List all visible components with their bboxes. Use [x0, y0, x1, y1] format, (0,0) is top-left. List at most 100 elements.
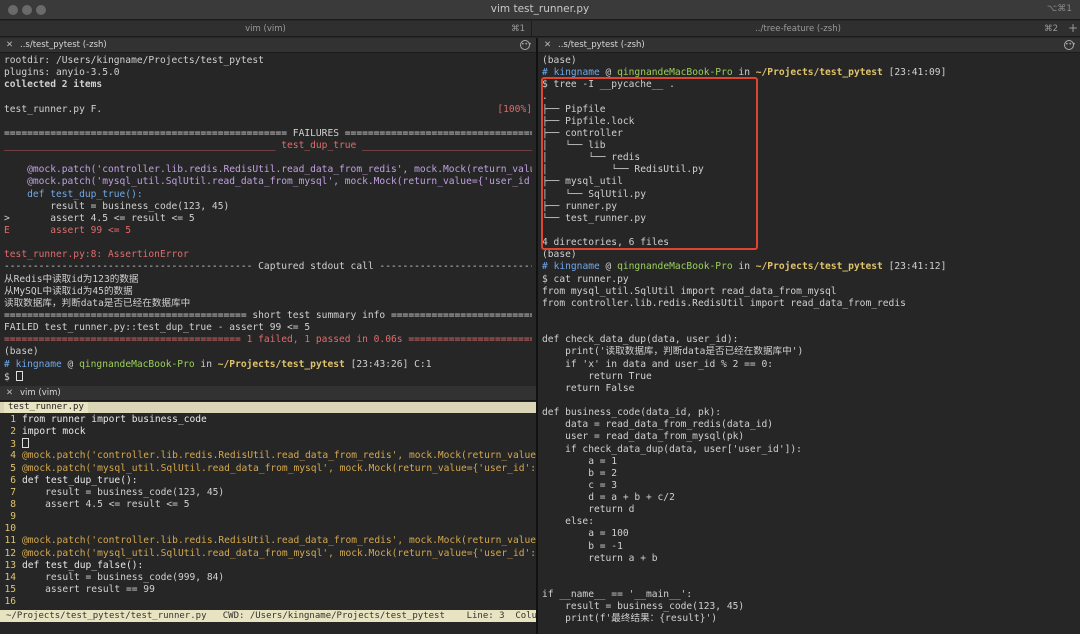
- code-text: import mock: [22, 426, 86, 438]
- result-summary: ========================================…: [4, 334, 532, 346]
- failure-title: ________________________________________…: [4, 139, 532, 151]
- pane-pytest-output[interactable]: ✕ ..s/test_pytest (-zsh) ••• rootdir: /U…: [0, 38, 536, 386]
- code-text: result = business_code(123, 45): [22, 486, 225, 498]
- output-line: result = business_code(123, 45): [542, 601, 745, 613]
- code-text: @mock.patch('controller.lib.redis.RedisU…: [22, 450, 536, 462]
- line-number: 2: [10, 426, 16, 438]
- more-options-icon[interactable]: •••: [520, 40, 532, 50]
- code-line: 10: [0, 523, 536, 535]
- tab-tree-feature[interactable]: ../tree-feature (-zsh) ⌘2: [532, 21, 1064, 37]
- code-line: 5 @mock.patch('mysql_util.SqlUtil.read_da…: [0, 463, 536, 475]
- code-text: def test_dup_false():: [22, 559, 144, 571]
- line-number: 4: [10, 450, 16, 462]
- code-text: assert 4.5 <= result <= 5: [22, 498, 190, 510]
- output-line: else:: [542, 516, 594, 528]
- output-line: # kingname @ qingnandeMacBook-Pro in ~/P…: [542, 261, 947, 273]
- line-number: 10: [4, 523, 16, 535]
- code-line: 1 from runner import business_code: [0, 414, 536, 426]
- output-line: from controller.lib.redis.RedisUtil impo…: [542, 297, 906, 309]
- output-line: (base): [542, 55, 577, 66]
- code-line: 14 result = business_code(999, 84): [0, 572, 536, 584]
- pane-vim-editor[interactable]: ✕ vim (vim) test_runner.py 1 from runner …: [0, 386, 536, 634]
- close-pane-icon[interactable]: ✕: [6, 386, 13, 401]
- line-number: 1: [10, 414, 16, 425]
- code-line: 9: [0, 511, 536, 523]
- stdout-line: 从MySQL中读取id为45的数据: [4, 285, 133, 297]
- title-bar: vim test_runner.py ⌥⌘1: [0, 0, 1080, 20]
- stdout-line: 读取数据库，判断data是否已经在数据库中: [4, 297, 191, 309]
- pane-header: ✕ vim (vim): [0, 386, 536, 401]
- line-number: 14: [4, 571, 16, 583]
- code-line: > assert 4.5 <= result <= 5: [4, 212, 195, 224]
- code-line: 7 result = business_code(123, 45): [0, 487, 536, 499]
- window-title: vim test_runner.py: [490, 3, 590, 15]
- output-line: if __name__ == '__main__':: [542, 589, 693, 601]
- output-line: return True: [542, 370, 652, 382]
- highlight-box: [541, 77, 758, 250]
- output-line: b = -1: [542, 540, 623, 552]
- output-line: print(f'最终结果：{result}'): [542, 613, 718, 625]
- output-line: from mysql_util.SqlUtil import read_data…: [542, 285, 837, 297]
- code-text: from runner import business_code: [22, 414, 207, 425]
- output-line: user = read_data_from_mysql(pk): [542, 431, 745, 443]
- code-line: 8 assert 4.5 <= result <= 5: [0, 499, 536, 511]
- pane-title: vim (vim): [20, 388, 61, 398]
- vim-status-line: ~/Projects/test_pytest/test_runner.py CW…: [0, 610, 536, 622]
- output-line: if check_data_dup(data, user['user_id'])…: [542, 443, 802, 455]
- output-line: data = read_data_from_redis(data_id): [542, 419, 774, 431]
- code-line: 15 assert result == 99: [0, 584, 536, 596]
- summary-header: ========================================…: [4, 309, 532, 321]
- tab-label: ../tree-feature (-zsh): [755, 24, 841, 34]
- output-line: d = a + b + c/2: [542, 492, 675, 504]
- line-number: 11: [4, 535, 16, 547]
- pane-title: ..s/test_pytest (-zsh): [20, 40, 107, 50]
- assertion-error-line: test_runner.py:8: AssertionError: [4, 249, 189, 261]
- output-line: (base): [4, 346, 39, 358]
- output-line: test_runner.py F. [100%]: [4, 104, 532, 116]
- pane-header: ✕ ..s/test_pytest (-zsh) •••: [0, 38, 536, 53]
- vim-file-tab[interactable]: test_runner.py: [4, 402, 88, 413]
- terminal-output: rootdir: /Users/kingname/Projects/test_p…: [4, 55, 532, 386]
- more-options-icon[interactable]: •••: [1064, 40, 1076, 50]
- tab-shortcut: ⌘1: [511, 24, 525, 34]
- output-line: plugins: anyio-3.5.0: [4, 67, 120, 79]
- command-input[interactable]: $: [4, 370, 532, 383]
- output-line: collected 2 items: [4, 79, 103, 91]
- code-text: assert result == 99: [22, 583, 155, 595]
- failed-line: FAILED test_runner.py::test_dup_true - a…: [4, 322, 311, 334]
- prompt-symbol: $: [4, 371, 16, 383]
- text-cursor: [22, 438, 29, 449]
- line-number: 5: [10, 462, 16, 474]
- code-line: 6 def test_dup_true():: [0, 475, 536, 487]
- output-line: b = 2: [542, 467, 618, 479]
- close-pane-icon[interactable]: ✕: [6, 38, 13, 53]
- close-pane-icon[interactable]: ✕: [544, 38, 551, 53]
- code-line: 11 @mock.patch('controller.lib.redis.Redi…: [0, 535, 536, 547]
- new-tab-button[interactable]: +: [1066, 21, 1080, 37]
- code-line: def test_dup_true():: [4, 188, 143, 200]
- line-number: 7: [10, 486, 16, 498]
- output-line: return a + b: [542, 552, 658, 564]
- line-number: 16: [4, 596, 16, 608]
- output-line: def business_code(data_id, pk):: [542, 407, 722, 419]
- pane-title: ..s/test_pytest (-zsh): [558, 40, 645, 50]
- output-line: c = 3: [542, 479, 618, 491]
- vim-buffer[interactable]: 1 from runner import business_code 2 import…: [0, 414, 536, 608]
- stdout-line: 从Redis中读取id为123的数据: [4, 273, 139, 285]
- captured-stdout-header: ----------------------------------------…: [4, 261, 532, 273]
- output-line: rootdir: /Users/kingname/Projects/test_p…: [4, 55, 264, 66]
- line-number: 3: [10, 439, 16, 451]
- code-line: @mock.patch('controller.lib.redis.RedisU…: [27, 164, 532, 176]
- output-line: a = 1: [542, 455, 618, 467]
- code-text: result = business_code(999, 84): [22, 571, 225, 583]
- line-number: 9: [10, 511, 16, 523]
- output-line: def check_data_dup(data, user_id):: [542, 334, 739, 346]
- prompt-line: # kingname @ qingnandeMacBook-Pro in ~/P…: [4, 358, 432, 370]
- tab-vim[interactable]: vim (vim) ⌘1: [0, 21, 532, 37]
- code-text: @mock.patch('mysql_util.SqlUtil.read_dat…: [22, 462, 536, 474]
- code-text: def test_dup_true():: [22, 474, 138, 486]
